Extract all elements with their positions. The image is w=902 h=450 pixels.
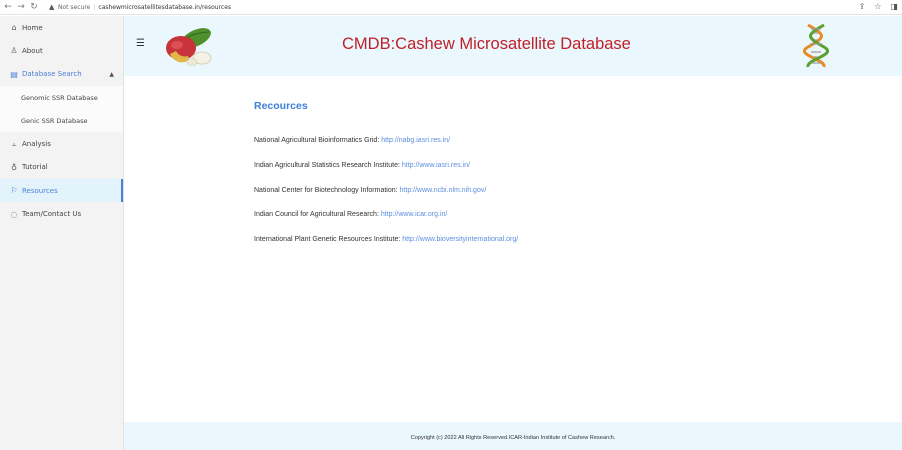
- sidebar-item-tutorial[interactable]: ♁ Tutorial: [0, 156, 123, 179]
- sidebar-item-label: Analysis: [22, 140, 51, 149]
- resource-name: International Plant Genetic Resources In…: [254, 236, 403, 244]
- sidebar-item-label: About: [22, 46, 43, 55]
- list-item: Indian Council for Agricultural Research…: [254, 211, 518, 236]
- resource-name: National Agricultural Bioinformatics Gri…: [254, 137, 382, 144]
- chat-icon: ◌: [10, 209, 18, 219]
- sidebar-item-label: Team/Contact Us: [22, 210, 82, 219]
- forward-icon[interactable]: →: [16, 1, 26, 13]
- reload-icon[interactable]: ↻: [29, 1, 39, 13]
- database-icon: ▤: [10, 69, 18, 79]
- home-icon: ⌂: [11, 23, 17, 33]
- back-icon[interactable]: ←: [3, 1, 13, 13]
- sidebar-item-resources[interactable]: ⚐ Resources: [0, 179, 123, 203]
- main-content: Recources National Agricultural Bioinfor…: [124, 76, 902, 422]
- list-item: Indian Agricultural Statistics Research …: [254, 162, 518, 187]
- menu-toggle-icon[interactable]: ☰: [136, 38, 145, 49]
- browser-toolbar: ← → ↻ ▲ Not secure | cashewmicrosatellit…: [0, 0, 902, 15]
- chevron-up-icon[interactable]: ▲: [109, 71, 114, 78]
- cashew-fruit-logo: [166, 28, 212, 66]
- list-item: International Plant Genetic Resources In…: [254, 236, 518, 261]
- sidebar-item-analysis[interactable]: ⫠ Analysis: [0, 132, 123, 155]
- dna-helix-logo: [803, 23, 829, 68]
- page-title: Recources: [254, 100, 308, 112]
- resource-link[interactable]: http://www.icar.org.in/: [381, 211, 448, 218]
- list-item: National Agricultural Bioinformatics Gri…: [254, 137, 518, 162]
- sidebar-subitem-genomic-ssr[interactable]: Genomic SSR Database: [0, 85, 123, 110]
- resource-link[interactable]: http://www.ncbi.nlm.nih.gov/: [400, 187, 487, 194]
- sidepanel-icon[interactable]: ◨: [890, 1, 898, 13]
- address-bar[interactable]: ▲ Not secure | cashewmicrosatellitesdata…: [49, 1, 231, 13]
- share-icon[interactable]: ⇪: [859, 1, 866, 13]
- sidebar-item-label: Tutorial: [22, 163, 48, 172]
- warning-icon: ▲: [49, 3, 55, 11]
- chart-icon: ⫠: [11, 139, 17, 149]
- sidebar-item-label: Database Search: [22, 70, 82, 79]
- bookmark-star-icon[interactable]: ☆: [874, 1, 881, 13]
- sidebar-item-label: Genomic SSR Database: [21, 93, 98, 102]
- resource-link[interactable]: http://www.bioversityinternational.org/: [402, 236, 518, 243]
- resource-name: National Center for Biotechnology Inform…: [254, 186, 400, 194]
- lightbulb-icon: ♁: [11, 162, 17, 172]
- sidebar-item-home[interactable]: ⌂ Home: [0, 16, 123, 39]
- url-text[interactable]: cashewmicrosatellitesdatabase.in/resourc…: [98, 4, 231, 11]
- site-header: ☰ CMDB:Cashew Microsatellite Database: [124, 16, 902, 76]
- sidebar: ⌂ Home ♙ About ▤ Database Search ▲ Genom…: [0, 16, 124, 450]
- resource-list: National Agricultural Bioinformatics Gri…: [254, 137, 518, 261]
- flag-icon: ⚐: [10, 186, 18, 196]
- resource-link[interactable]: http://nabg.iasri.res.in/: [381, 137, 450, 144]
- sidebar-item-label: Genic SSR Database: [21, 116, 88, 125]
- site-footer: Copyright (c) 2022 All Rights Reserved.I…: [124, 422, 902, 450]
- sidebar-item-label: Home: [22, 23, 43, 32]
- person-icon: ♙: [10, 46, 18, 56]
- resource-name: Indian Agricultural Statistics Research …: [254, 161, 402, 169]
- sidebar-item-database-search[interactable]: ▤ Database Search ▲: [0, 63, 123, 86]
- sidebar-item-team-contact[interactable]: ◌ Team/Contact Us: [0, 202, 123, 225]
- site-title: CMDB:Cashew Microsatellite Database: [342, 35, 631, 53]
- list-item: National Center for Biotechnology Inform…: [254, 187, 518, 212]
- sidebar-item-label: Resources: [22, 186, 58, 195]
- resource-name: Indian Council for Agricultural Research…: [254, 211, 381, 219]
- address-separator: |: [93, 3, 96, 11]
- resource-link[interactable]: http://www.iasri.res.in/: [402, 162, 470, 169]
- security-label: Not secure: [58, 3, 91, 11]
- copyright-text: Copyright (c) 2022 All Rights Reserved.I…: [410, 435, 616, 441]
- sidebar-item-about[interactable]: ♙ About: [0, 39, 123, 62]
- sidebar-subitem-genic-ssr[interactable]: Genic SSR Database: [0, 109, 123, 133]
